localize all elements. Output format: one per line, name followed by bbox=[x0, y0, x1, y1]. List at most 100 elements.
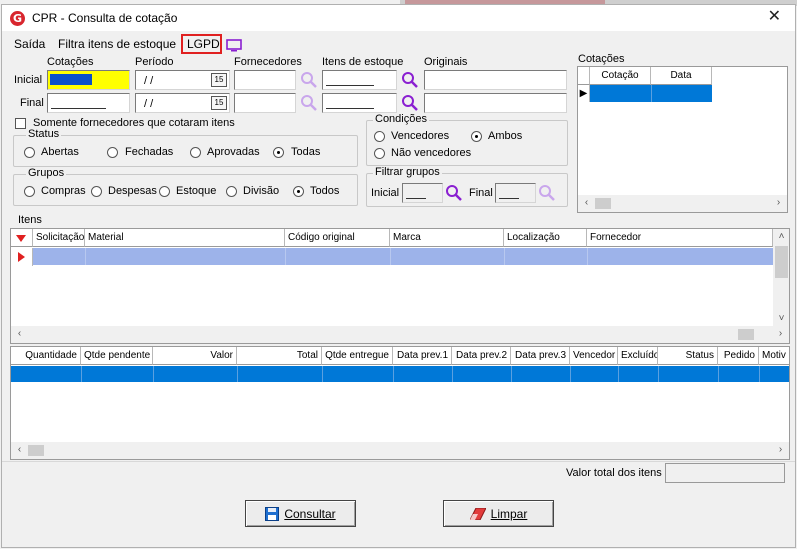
scroll-right-icon[interactable]: › bbox=[772, 328, 789, 339]
window-title: CPR - Consulta de cotação bbox=[32, 11, 178, 25]
column-header-qtde-pendente[interactable]: Qtde pendente bbox=[81, 347, 153, 365]
radio-condicoes-vencedores[interactable] bbox=[374, 131, 385, 142]
cell-divider bbox=[393, 366, 394, 382]
search-icon[interactable] bbox=[401, 94, 419, 112]
scroll-thumb[interactable] bbox=[595, 198, 611, 209]
calendar-icon[interactable]: 15 bbox=[211, 73, 227, 87]
column-header-status[interactable]: Status bbox=[658, 347, 718, 365]
radio-status-todas[interactable] bbox=[273, 147, 284, 158]
radio-condicoes-ambos[interactable] bbox=[471, 131, 482, 142]
scroll-up-icon[interactable]: ˄ bbox=[773, 231, 789, 242]
menu-item-saida[interactable]: Saída bbox=[14, 37, 45, 51]
label-originais: Originais bbox=[424, 56, 468, 68]
radio-grupos-todos[interactable] bbox=[293, 186, 304, 197]
column-header-quantidade[interactable]: Quantidade bbox=[11, 347, 81, 365]
scroll-left-icon[interactable]: ‹ bbox=[578, 197, 595, 208]
table-row-selected[interactable] bbox=[33, 248, 773, 265]
column-header-total[interactable]: Total bbox=[237, 347, 322, 365]
calendar-icon[interactable]: 15 bbox=[211, 96, 227, 110]
radio-grupos-divisao[interactable] bbox=[226, 186, 237, 197]
original-inicial-input[interactable] bbox=[424, 70, 567, 90]
cotacoes-hscrollbar[interactable]: ‹ › bbox=[578, 195, 787, 212]
itens-hscrollbar[interactable]: ‹ › bbox=[11, 326, 789, 343]
detalhes-hscrollbar[interactable]: ‹ › bbox=[11, 442, 789, 459]
cell-divider bbox=[153, 366, 154, 382]
search-icon[interactable] bbox=[538, 184, 556, 202]
consultar-button[interactable]: Consultar bbox=[245, 500, 356, 527]
fornecedor-final-input[interactable] bbox=[234, 93, 296, 113]
column-header-solicitacao[interactable]: Solicitação bbox=[33, 229, 85, 247]
menu-item-lgpd[interactable]: LGPD bbox=[187, 37, 220, 51]
column-header-fornecedor[interactable]: Fornecedor bbox=[587, 229, 773, 247]
scroll-down-icon[interactable]: ˅ bbox=[773, 313, 789, 324]
scroll-left-icon[interactable]: ‹ bbox=[11, 444, 28, 455]
column-header-data-prev-1[interactable]: Data prev.1 bbox=[393, 347, 452, 365]
original-final-input[interactable] bbox=[424, 93, 567, 113]
grupos-group: Grupos Compras Despesas Estoque Divisão … bbox=[13, 167, 358, 206]
column-header-codigo-original[interactable]: Código original bbox=[285, 229, 390, 247]
cell-divider bbox=[718, 366, 719, 382]
column-header-localizacao[interactable]: Localização bbox=[504, 229, 587, 247]
periodo-final-input[interactable]: / / 15 bbox=[135, 93, 230, 113]
column-header-data-prev-3[interactable]: Data prev.3 bbox=[511, 347, 570, 365]
monitor-icon[interactable] bbox=[226, 39, 242, 52]
periodo-inicial-value: / / bbox=[144, 75, 154, 87]
item-estoque-inicial-input[interactable] bbox=[322, 70, 397, 90]
title-bar: G CPR - Consulta de cotação ✕ bbox=[2, 5, 795, 31]
search-icon[interactable] bbox=[300, 71, 318, 89]
cotacoes-grid[interactable]: Cotação Data ▶ ‹ › bbox=[577, 66, 788, 213]
close-button[interactable]: ✕ bbox=[768, 8, 781, 26]
column-header-pedido[interactable]: Pedido bbox=[718, 347, 759, 365]
scroll-right-icon[interactable]: › bbox=[772, 444, 789, 455]
valor-total-label: Valor total dos itens bbox=[566, 467, 662, 479]
cell-divider bbox=[651, 85, 652, 102]
radio-status-abertas[interactable] bbox=[24, 147, 35, 158]
column-header-excluido[interactable]: Excluído bbox=[618, 347, 658, 365]
radio-grupos-compras[interactable] bbox=[24, 186, 35, 197]
sort-down-icon[interactable] bbox=[16, 235, 26, 242]
radio-status-aprovadas[interactable] bbox=[190, 147, 201, 158]
column-header-motivo[interactable]: Motiv bbox=[759, 347, 789, 365]
column-header-data-prev-2[interactable]: Data prev.2 bbox=[452, 347, 511, 365]
radio-grupos-despesas[interactable] bbox=[91, 186, 102, 197]
scroll-thumb[interactable] bbox=[28, 445, 44, 456]
cell-divider bbox=[618, 366, 619, 382]
radio-label: Despesas bbox=[108, 185, 157, 197]
column-header-data[interactable]: Data bbox=[651, 67, 712, 85]
somente-fornecedores-checkbox[interactable] bbox=[15, 118, 26, 129]
scroll-right-icon[interactable]: › bbox=[770, 197, 787, 208]
item-estoque-final-input[interactable] bbox=[322, 93, 397, 113]
column-header-material[interactable]: Material bbox=[85, 229, 285, 247]
radio-label: Abertas bbox=[41, 146, 79, 158]
scroll-left-icon[interactable]: ‹ bbox=[11, 328, 28, 339]
cell-divider bbox=[658, 366, 659, 382]
cotacao-final-input[interactable] bbox=[47, 93, 130, 113]
search-icon[interactable] bbox=[445, 184, 463, 202]
somente-fornecedores-label: Somente fornecedores que cotaram itens bbox=[33, 117, 235, 129]
radio-grupos-estoque[interactable] bbox=[159, 186, 170, 197]
itens-grid[interactable]: Solicitação Material Código original Mar… bbox=[10, 228, 790, 344]
detalhes-grid[interactable]: Quantidade Qtde pendente Valor Total Qtd… bbox=[10, 346, 790, 460]
column-header-cotacao[interactable]: Cotação bbox=[590, 67, 651, 85]
column-header-vencedor[interactable]: Vencedor bbox=[570, 347, 618, 365]
cotacao-inicial-input[interactable] bbox=[47, 70, 130, 90]
table-row-selected[interactable] bbox=[11, 366, 789, 382]
radio-status-fechadas[interactable] bbox=[107, 147, 118, 158]
fornecedor-inicial-input[interactable] bbox=[234, 70, 296, 90]
limpar-button[interactable]: Limpar bbox=[443, 500, 554, 527]
radio-condicoes-nao-vencedores[interactable] bbox=[374, 148, 385, 159]
grupo-inicial-input[interactable] bbox=[402, 183, 443, 203]
column-header-valor[interactable]: Valor bbox=[153, 347, 237, 365]
menu-item-filtra-itens[interactable]: Filtra itens de estoque bbox=[58, 37, 176, 51]
scroll-thumb[interactable] bbox=[738, 329, 754, 340]
column-header-qtde-entregue[interactable]: Qtde entregue bbox=[322, 347, 393, 365]
periodo-inicial-input[interactable]: / / 15 bbox=[135, 70, 230, 90]
search-icon[interactable] bbox=[300, 94, 318, 112]
label-final: Final bbox=[20, 97, 44, 109]
itens-vscrollbar[interactable]: ˄ ˅ bbox=[773, 229, 789, 326]
column-header-marca[interactable]: Marca bbox=[390, 229, 504, 247]
selected-text-highlight bbox=[50, 74, 92, 85]
scroll-thumb[interactable] bbox=[775, 246, 788, 278]
search-icon[interactable] bbox=[401, 71, 419, 89]
grupo-final-input[interactable] bbox=[495, 183, 536, 203]
